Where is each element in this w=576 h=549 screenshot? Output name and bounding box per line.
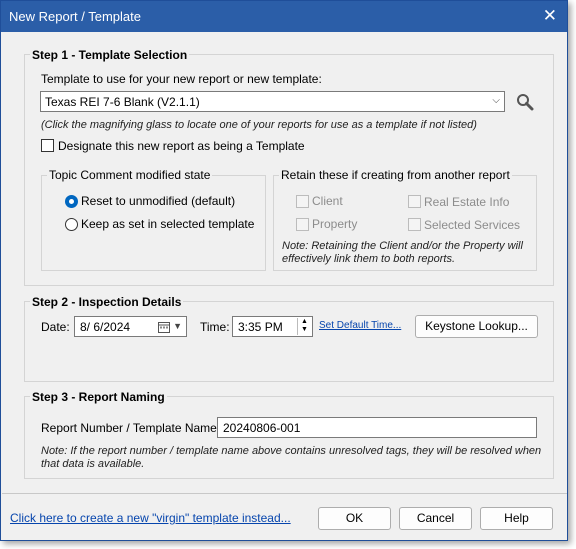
retain-real-estate-label: Real Estate Info xyxy=(424,195,510,209)
spin-up-icon[interactable]: ▲ xyxy=(298,318,311,326)
retain-client-label: Client xyxy=(312,194,343,208)
designate-template-checkbox[interactable] xyxy=(41,139,54,152)
retain-services-label: Selected Services xyxy=(424,218,521,232)
step1-title: Step 1 - Template Selection xyxy=(30,48,190,62)
new-report-dialog: New Report / Template ✕ Step 1 - Templat… xyxy=(0,0,568,541)
retain-property-label: Property xyxy=(312,217,358,231)
naming-note-line2: that data is available. xyxy=(41,458,145,470)
time-value: 3:35 PM xyxy=(238,320,283,334)
date-value: 8/ 6/2024 xyxy=(80,320,131,334)
template-label: Template to use for your new report or n… xyxy=(41,72,322,86)
time-input[interactable]: 3:35 PM ▲ ▼ xyxy=(232,316,313,337)
template-hint: (Click the magnifying glass to locate on… xyxy=(41,119,477,131)
close-icon[interactable]: ✕ xyxy=(543,6,557,26)
retain-client-checkbox[interactable] xyxy=(296,195,309,208)
topic-comment-title: Topic Comment modified state xyxy=(47,168,213,182)
naming-note-line1: Note: If the report number / template na… xyxy=(41,445,542,457)
retain-note-line2: effectively link them to both reports. xyxy=(282,253,456,265)
help-button[interactable]: Help xyxy=(480,507,553,530)
title-bar: New Report / Template ✕ xyxy=(1,1,567,32)
template-dropdown-value: Texas REI 7-6 Blank (V2.1.1) xyxy=(45,95,200,109)
search-icon[interactable] xyxy=(516,93,534,111)
step3-title: Step 3 - Report Naming xyxy=(30,390,167,404)
calendar-icon[interactable] xyxy=(158,321,170,336)
retain-title: Retain these if creating from another re… xyxy=(279,168,512,182)
set-default-time-link[interactable]: Set Default Time... xyxy=(319,320,401,331)
reset-unmodified-radio[interactable] xyxy=(65,195,78,208)
step2-title: Step 2 - Inspection Details xyxy=(30,295,184,309)
date-label: Date: xyxy=(41,320,70,334)
report-name-value: 20240806-001 xyxy=(223,421,301,435)
spin-down-icon[interactable]: ▼ xyxy=(298,326,311,334)
cancel-button[interactable]: Cancel xyxy=(399,507,472,530)
retain-note-line1: Note: Retaining the Client and/or the Pr… xyxy=(282,240,523,252)
date-chevron-down-icon[interactable]: ▼ xyxy=(173,321,182,331)
dialog-title: New Report / Template xyxy=(9,9,141,24)
retain-property-checkbox[interactable] xyxy=(296,218,309,231)
keep-as-set-radio[interactable] xyxy=(65,218,78,231)
time-label: Time: xyxy=(200,320,230,334)
reset-unmodified-label: Reset to unmodified (default) xyxy=(81,194,236,208)
chevron-down-icon: ⌵ xyxy=(492,95,500,106)
report-name-input[interactable]: 20240806-001 xyxy=(217,417,537,438)
date-picker[interactable]: 8/ 6/2024 ▼ xyxy=(74,316,187,337)
step2-group xyxy=(24,301,554,382)
footer-divider xyxy=(2,493,567,494)
template-dropdown[interactable]: Texas REI 7-6 Blank (V2.1.1) ⌵ xyxy=(40,91,505,112)
keep-as-set-label: Keep as set in selected template xyxy=(81,217,255,231)
ok-button[interactable]: OK xyxy=(318,507,391,530)
virgin-template-link[interactable]: Click here to create a new "virgin" temp… xyxy=(10,511,291,525)
time-spinner[interactable]: ▲ ▼ xyxy=(297,318,311,335)
designate-template-label: Designate this new report as being a Tem… xyxy=(58,139,305,153)
keystone-lookup-button[interactable]: Keystone Lookup... xyxy=(415,315,538,338)
retain-real-estate-checkbox[interactable] xyxy=(408,195,421,208)
retain-services-checkbox[interactable] xyxy=(408,218,421,231)
report-name-label: Report Number / Template Name: xyxy=(41,421,221,435)
